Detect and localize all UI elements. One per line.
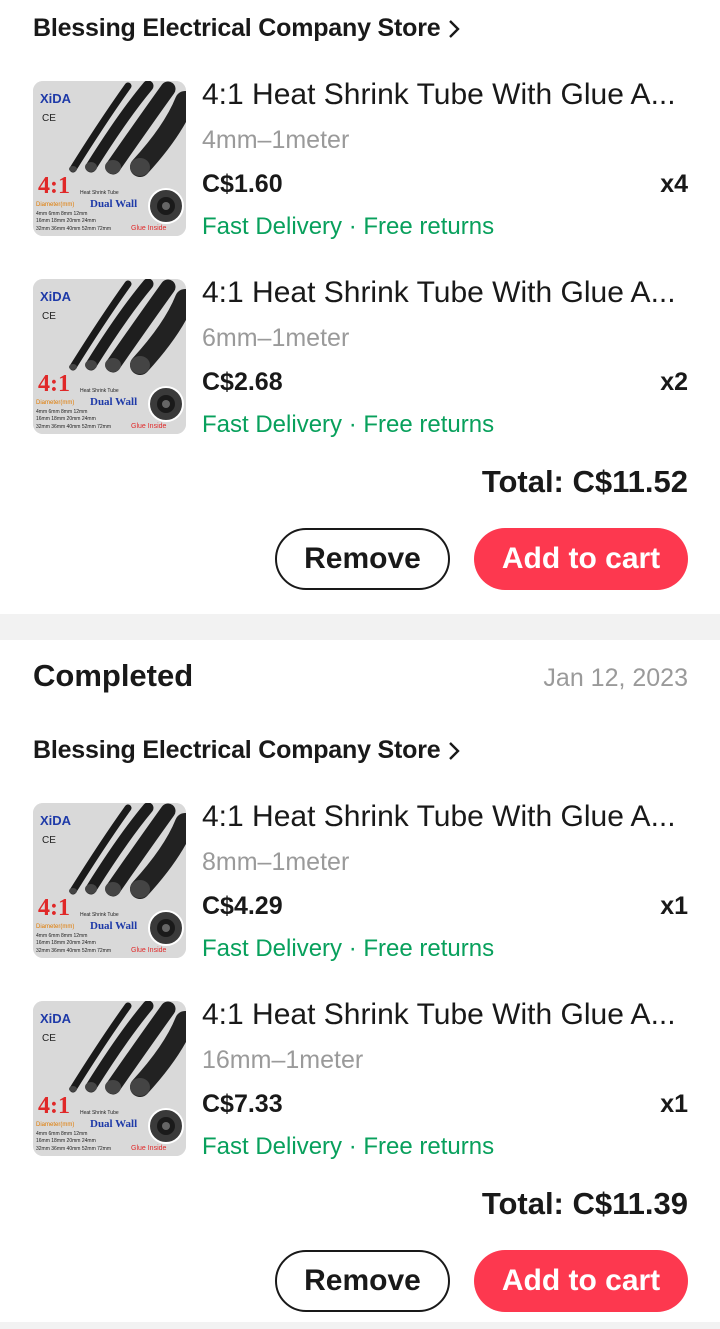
svg-text:XiDA: XiDA bbox=[40, 289, 72, 304]
product-thumbnail-art: XiDA CE 4:1 Heat Shrink Tube Diameter(mm… bbox=[33, 279, 186, 434]
remove-button[interactable]: Remove bbox=[275, 528, 450, 590]
store-link[interactable]: Blessing Electrical Company Store bbox=[33, 736, 461, 765]
product-variant: 16mm–1meter bbox=[202, 1046, 364, 1074]
product-variant: 8mm–1meter bbox=[202, 848, 350, 876]
product-thumbnail-art: XiDA CE 4:1 Heat Shrink Tube Diameter(mm… bbox=[33, 1001, 186, 1156]
svg-text:XiDA: XiDA bbox=[40, 91, 72, 106]
svg-text:CE: CE bbox=[42, 311, 56, 322]
order-status: Completed bbox=[33, 658, 194, 693]
order-date: Jan 12, 2023 bbox=[543, 664, 688, 692]
svg-text:Diameter(mm): Diameter(mm) bbox=[36, 924, 74, 930]
svg-text:Diameter(mm): Diameter(mm) bbox=[36, 400, 74, 406]
order-item[interactable]: XiDA CE 4:1 Heat Shrink Tube Diameter(mm… bbox=[0, 800, 720, 963]
product-title: 4:1 Heat Shrink Tube With Glue A... bbox=[202, 998, 676, 1031]
product-quantity: x2 bbox=[660, 368, 688, 396]
product-price: C$7.33 bbox=[202, 1090, 283, 1118]
product-title: 4:1 Heat Shrink Tube With Glue A... bbox=[202, 276, 676, 309]
svg-text:4:1: 4:1 bbox=[38, 895, 70, 921]
svg-text:Dual Wall: Dual Wall bbox=[90, 198, 137, 210]
product-thumbnail-art: XiDA CE 4:1 Heat Shrink Tube Diameter(mm… bbox=[33, 81, 186, 236]
order-card: Blessing Electrical Company Store XiDA C… bbox=[0, 0, 720, 614]
delivery-info: Fast Delivery · Free returns bbox=[202, 213, 495, 240]
svg-text:XiDA: XiDA bbox=[40, 813, 72, 828]
svg-text:Heat Shrink Tube: Heat Shrink Tube bbox=[80, 1110, 119, 1116]
svg-text:CE: CE bbox=[42, 113, 56, 124]
svg-text:Glue Inside: Glue Inside bbox=[131, 423, 167, 430]
product-image[interactable]: XiDA CE 4:1 Heat Shrink Tube Diameter(mm… bbox=[33, 279, 186, 434]
add-to-cart-button[interactable]: Add to cart bbox=[474, 528, 688, 590]
product-variant: 6mm–1meter bbox=[202, 324, 350, 352]
svg-text:16mm 18mm 20mm 24mm: 16mm 18mm 20mm 24mm bbox=[36, 218, 96, 224]
svg-text:Heat Shrink Tube: Heat Shrink Tube bbox=[80, 190, 119, 196]
store-name: Blessing Electrical Company Store bbox=[33, 14, 441, 42]
svg-text:Glue Inside: Glue Inside bbox=[131, 1145, 167, 1152]
delivery-info: Fast Delivery · Free returns bbox=[202, 411, 495, 438]
order-item[interactable]: XiDA CE 4:1 Heat Shrink Tube Diameter(mm… bbox=[0, 998, 720, 1161]
svg-text:32mm 36mm 40mm 52mm 72mm: 32mm 36mm 40mm 52mm 72mm bbox=[36, 424, 111, 430]
chevron-right-icon bbox=[448, 19, 461, 39]
product-price: C$1.60 bbox=[202, 170, 283, 198]
product-thumbnail-art: XiDA CE 4:1 Heat Shrink Tube Diameter(mm… bbox=[33, 803, 186, 958]
order-item[interactable]: XiDA CE 4:1 Heat Shrink Tube Diameter(mm… bbox=[0, 78, 720, 241]
svg-text:Diameter(mm): Diameter(mm) bbox=[36, 202, 74, 208]
svg-text:4:1: 4:1 bbox=[38, 1093, 70, 1119]
order-total: Total: C$11.39 bbox=[481, 1186, 688, 1221]
svg-text:32mm 36mm 40mm 52mm 72mm: 32mm 36mm 40mm 52mm 72mm bbox=[36, 1146, 111, 1152]
product-variant: 4mm–1meter bbox=[202, 126, 350, 154]
product-image[interactable]: XiDA CE 4:1 Heat Shrink Tube Diameter(mm… bbox=[33, 81, 186, 236]
remove-button[interactable]: Remove bbox=[275, 1250, 450, 1312]
delivery-info: Fast Delivery · Free returns bbox=[202, 1133, 495, 1160]
svg-text:4mm 6mm 8mm 12mm: 4mm 6mm 8mm 12mm bbox=[36, 211, 87, 217]
product-price: C$2.68 bbox=[202, 368, 283, 396]
svg-text:4:1: 4:1 bbox=[38, 371, 70, 397]
product-quantity: x4 bbox=[660, 170, 688, 198]
order-total: Total: C$11.52 bbox=[481, 464, 688, 499]
product-image[interactable]: XiDA CE 4:1 Heat Shrink Tube Diameter(mm… bbox=[33, 803, 186, 958]
product-image[interactable]: XiDA CE 4:1 Heat Shrink Tube Diameter(mm… bbox=[33, 1001, 186, 1156]
svg-text:Glue Inside: Glue Inside bbox=[131, 947, 167, 954]
store-link[interactable]: Blessing Electrical Company Store bbox=[33, 14, 461, 43]
delivery-info: Fast Delivery · Free returns bbox=[202, 935, 495, 962]
svg-text:4mm 6mm 8mm 12mm: 4mm 6mm 8mm 12mm bbox=[36, 409, 87, 415]
svg-text:Heat Shrink Tube: Heat Shrink Tube bbox=[80, 388, 119, 394]
svg-text:Diameter(mm): Diameter(mm) bbox=[36, 1122, 74, 1128]
add-to-cart-button[interactable]: Add to cart bbox=[474, 1250, 688, 1312]
product-title: 4:1 Heat Shrink Tube With Glue A... bbox=[202, 78, 676, 111]
svg-text:Dual Wall: Dual Wall bbox=[90, 920, 137, 932]
svg-text:Dual Wall: Dual Wall bbox=[90, 1118, 137, 1130]
svg-text:4:1: 4:1 bbox=[38, 173, 70, 199]
product-price: C$4.29 bbox=[202, 892, 283, 920]
chevron-right-icon bbox=[448, 741, 461, 761]
svg-text:Heat Shrink Tube: Heat Shrink Tube bbox=[80, 912, 119, 918]
product-title: 4:1 Heat Shrink Tube With Glue A... bbox=[202, 800, 676, 833]
order-card: Completed Jan 12, 2023 Blessing Electric… bbox=[0, 640, 720, 1322]
svg-text:16mm 18mm 20mm 24mm: 16mm 18mm 20mm 24mm bbox=[36, 1138, 96, 1144]
svg-text:32mm 36mm 40mm 52mm 72mm: 32mm 36mm 40mm 52mm 72mm bbox=[36, 226, 111, 232]
svg-text:32mm 36mm 40mm 52mm 72mm: 32mm 36mm 40mm 52mm 72mm bbox=[36, 948, 111, 954]
product-quantity: x1 bbox=[660, 892, 688, 920]
svg-text:Glue Inside: Glue Inside bbox=[131, 225, 167, 232]
store-name: Blessing Electrical Company Store bbox=[33, 736, 441, 764]
svg-text:Dual Wall: Dual Wall bbox=[90, 396, 137, 408]
order-item[interactable]: XiDA CE 4:1 Heat Shrink Tube Diameter(mm… bbox=[0, 276, 720, 439]
svg-text:CE: CE bbox=[42, 1033, 56, 1044]
svg-text:XiDA: XiDA bbox=[40, 1011, 72, 1026]
svg-text:16mm 18mm 20mm 24mm: 16mm 18mm 20mm 24mm bbox=[36, 940, 96, 946]
product-quantity: x1 bbox=[660, 1090, 688, 1118]
svg-text:4mm 6mm 8mm 12mm: 4mm 6mm 8mm 12mm bbox=[36, 1131, 87, 1137]
svg-text:16mm 18mm 20mm 24mm: 16mm 18mm 20mm 24mm bbox=[36, 416, 96, 422]
svg-text:CE: CE bbox=[42, 835, 56, 846]
svg-text:4mm 6mm 8mm 12mm: 4mm 6mm 8mm 12mm bbox=[36, 933, 87, 939]
section-divider bbox=[0, 614, 720, 640]
